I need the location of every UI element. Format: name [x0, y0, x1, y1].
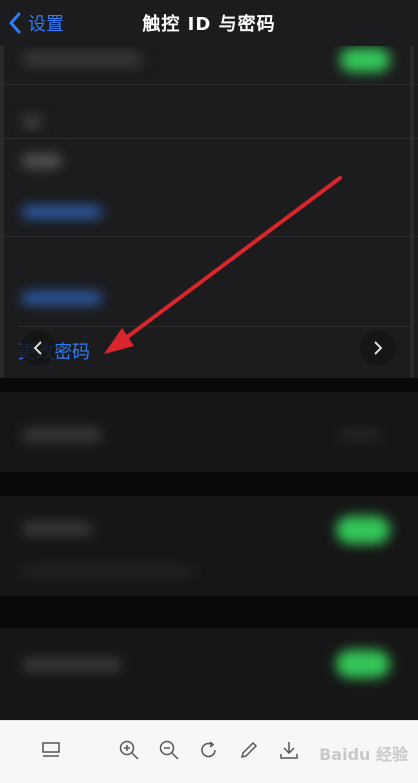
blurred-link[interactable]	[22, 206, 102, 218]
right-edge-line	[410, 46, 414, 378]
chevron-right-icon	[374, 341, 383, 355]
download-icon	[280, 742, 298, 759]
blurred-link[interactable]	[22, 292, 102, 304]
edit-icon	[240, 741, 258, 759]
row-divider	[0, 236, 418, 237]
rotate-icon	[201, 741, 216, 758]
zoom-in-button[interactable]	[118, 739, 140, 761]
nav-bar: 设置 触控 ID 与密码	[0, 0, 418, 46]
download-button[interactable]	[278, 739, 300, 761]
row-divider	[0, 138, 418, 139]
zoom-out-button[interactable]	[158, 739, 180, 761]
zoom-in-icon	[119, 740, 139, 760]
rotate-button[interactable]	[198, 739, 220, 761]
blurred-row-label	[22, 116, 42, 128]
toggle-switch[interactable]	[336, 516, 390, 544]
previous-image-button[interactable]	[20, 330, 56, 366]
row-divider	[18, 326, 410, 327]
blurred-row-value	[340, 430, 380, 440]
blurred-row-label	[22, 154, 62, 168]
toggle-switch[interactable]	[336, 650, 390, 678]
blurred-row-label	[22, 522, 92, 536]
image-viewer-toolbar: Baidu 经验	[0, 720, 418, 783]
row-divider	[0, 84, 418, 85]
chevron-left-icon	[9, 12, 21, 34]
left-edge-line	[0, 46, 4, 378]
back-button[interactable]: 设置	[8, 8, 64, 38]
blurred-row-label	[22, 658, 122, 672]
layout-icon	[42, 742, 60, 757]
blurred-footnote	[22, 566, 192, 576]
zoom-out-icon	[159, 740, 179, 760]
toggle-switch[interactable]	[340, 48, 390, 72]
edit-button[interactable]	[238, 739, 260, 761]
blurred-row-label	[22, 428, 102, 442]
blurred-row-label	[22, 52, 142, 66]
next-image-button[interactable]	[360, 330, 396, 366]
layout-button[interactable]	[40, 739, 62, 761]
blurred-row	[0, 496, 418, 596]
page-title: 触控 ID 与密码	[142, 14, 276, 35]
settings-group-blurred	[0, 46, 418, 378]
watermark: Baidu 经验	[319, 745, 408, 764]
back-label: 设置	[28, 14, 64, 35]
chevron-left-icon	[33, 341, 42, 355]
settings-group-blurred-lower	[0, 378, 418, 720]
